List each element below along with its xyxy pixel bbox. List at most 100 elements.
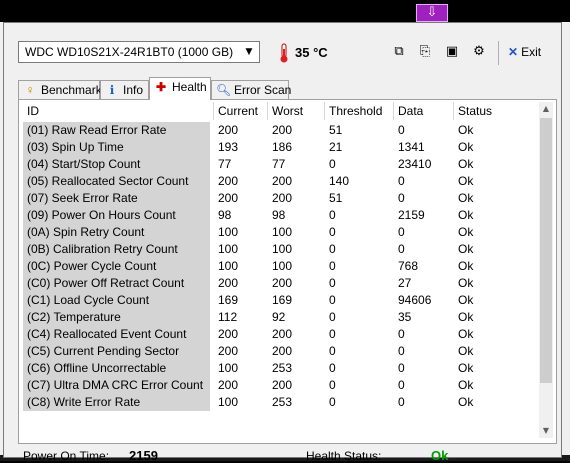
cell-id: (05) Reallocated Sector Count [23, 173, 210, 190]
column-header-id[interactable]: ID [23, 102, 214, 120]
cell-data: 768 [398, 259, 419, 273]
cell-id: (C8) Write Error Rate [23, 394, 210, 411]
scroll-down-icon[interactable]: ▼ [539, 424, 553, 438]
scroll-up-icon[interactable]: ▲ [539, 102, 553, 116]
options-icon[interactable]: ⚙ [470, 43, 488, 61]
cell-worst: 169 [272, 293, 293, 307]
cell-data: 23410 [398, 157, 432, 171]
table-row[interactable]: (09) Power On Hours Count 98 98 0 2159 Ok [23, 207, 538, 224]
health-panel: ID Current Worst Threshold Data Status (… [18, 99, 557, 444]
cell-data: 0 [398, 123, 405, 137]
tab-health[interactable]: ✚ Health [149, 77, 211, 100]
table-row[interactable]: (C2) Temperature 112 92 0 35 Ok [23, 309, 538, 326]
cell-threshold: 51 [329, 191, 343, 205]
cell-status: Ok [458, 293, 474, 307]
cell-threshold: 0 [329, 378, 336, 392]
cell-worst: 100 [272, 259, 293, 273]
info-icon: ℹ [109, 83, 115, 97]
cell-worst: 200 [272, 174, 293, 188]
copy-icon[interactable]: ⧉ [390, 43, 408, 61]
column-header-threshold[interactable]: Threshold [325, 102, 394, 120]
exit-button[interactable]: ✕ Exit [508, 45, 541, 59]
cell-status: Ok [458, 259, 474, 273]
column-header-data[interactable]: Data [394, 102, 454, 120]
cell-data: 0 [398, 395, 405, 409]
table-row[interactable]: (C8) Write Error Rate 100 253 0 0 Ok [23, 394, 538, 411]
thermometer-icon [280, 43, 288, 63]
vertical-scrollbar[interactable]: ▲ ▼ [539, 102, 553, 438]
cell-id: (01) Raw Read Error Rate [23, 122, 210, 139]
cell-threshold: 0 [329, 259, 336, 273]
cell-threshold: 0 [329, 225, 336, 239]
cell-threshold: 0 [329, 242, 336, 256]
table-row[interactable]: (05) Reallocated Sector Count 200 200 140 0 O… [23, 173, 538, 190]
drive-select[interactable]: WDC WD10S21X-24R1BT0 (1000 GB) ▼ [18, 41, 260, 63]
cell-id: (C4) Reallocated Event Count [23, 326, 210, 343]
cell-worst: 100 [272, 225, 293, 239]
cell-worst: 200 [272, 344, 293, 358]
table-row[interactable]: (07) Seek Error Rate 200 200 51 0 Ok [23, 190, 538, 207]
tab-info-label: Info [123, 83, 144, 97]
table-row[interactable]: (C5) Current Pending Sector 200 200 0 0 Ok [23, 343, 538, 360]
download-icon[interactable]: ⇩ [416, 4, 448, 22]
cell-threshold: 0 [329, 293, 336, 307]
cell-status: Ok [458, 378, 474, 392]
cell-id: (C0) Power Off Retract Count [23, 275, 210, 292]
tab-benchmark[interactable]: ♀ Benchmark [18, 80, 102, 99]
cell-threshold: 0 [329, 395, 336, 409]
table-row[interactable]: (03) Spin Up Time 193 186 21 1341 Ok [23, 139, 538, 156]
column-header-current[interactable]: Current [214, 102, 268, 120]
scrollbar-thumb[interactable] [540, 118, 552, 383]
cell-id: (C2) Temperature [23, 309, 210, 326]
cell-worst: 200 [272, 123, 293, 137]
benchmark-icon: ♀ [25, 83, 35, 97]
table-row[interactable]: (C4) Reallocated Event Count 200 200 0 0 Ok [23, 326, 538, 343]
cell-worst: 100 [272, 242, 293, 256]
cell-status: Ok [458, 242, 474, 256]
cell-status: Ok [458, 208, 474, 222]
cell-status: Ok [458, 361, 474, 375]
tab-info[interactable]: ℹ Info [100, 80, 149, 99]
column-header-worst[interactable]: Worst [268, 102, 325, 120]
cell-current: 200 [218, 276, 239, 290]
magnifier-icon: 🔍︎ [216, 83, 232, 97]
cell-threshold: 21 [329, 140, 343, 154]
tab-error-scan[interactable]: 🔍︎ Error Scan [211, 80, 291, 99]
cell-worst: 253 [272, 395, 293, 409]
cell-status: Ok [458, 157, 474, 171]
table-row[interactable]: (C6) Offline Uncorrectable 100 253 0 0 Ok [23, 360, 538, 377]
table-row[interactable]: (0C) Power Cycle Count 100 100 0 768 Ok [23, 258, 538, 275]
cell-current: 100 [218, 395, 239, 409]
table-row[interactable]: (04) Start/Stop Count 77 77 0 23410 Ok [23, 156, 538, 173]
cell-threshold: 140 [329, 174, 350, 188]
smart-table: ID Current Worst Threshold Data Status (… [23, 102, 538, 438]
cell-status: Ok [458, 327, 474, 341]
table-row[interactable]: (C1) Load Cycle Count 169 169 0 94606 Ok [23, 292, 538, 309]
column-header-status[interactable]: Status [454, 102, 538, 120]
cell-current: 100 [218, 225, 239, 239]
cell-threshold: 0 [329, 310, 336, 324]
cell-id: (C1) Load Cycle Count [23, 292, 210, 309]
cell-current: 169 [218, 293, 239, 307]
cell-threshold: 0 [329, 327, 336, 341]
cell-current: 98 [218, 208, 232, 222]
cell-status: Ok [458, 225, 474, 239]
table-row[interactable]: (C0) Power Off Retract Count 200 200 0 27 Ok [23, 275, 538, 292]
background-strip [562, 22, 570, 461]
cell-current: 200 [218, 327, 239, 341]
table-row[interactable]: (01) Raw Read Error Rate 200 200 51 0 Ok [23, 122, 538, 139]
cell-threshold: 51 [329, 123, 343, 137]
cell-id: (03) Spin Up Time [23, 139, 210, 156]
save-icon[interactable]: ▣ [443, 43, 461, 61]
table-row[interactable]: (C7) Ultra DMA CRC Error Count 200 200 0 0 Ok [23, 377, 538, 394]
cell-data: 35 [398, 310, 412, 324]
cell-id: (0C) Power Cycle Count [23, 258, 210, 275]
cell-current: 100 [218, 259, 239, 273]
exit-label: Exit [521, 45, 542, 59]
table-row[interactable]: (0A) Spin Retry Count 100 100 0 0 Ok [23, 224, 538, 241]
copy-all-icon[interactable]: ⎘ [416, 43, 434, 61]
cell-worst: 253 [272, 361, 293, 375]
table-row[interactable]: (0B) Calibration Retry Count 100 100 0 0 Ok [23, 241, 538, 258]
chevron-down-icon[interactable]: ▼ [241, 44, 257, 60]
cell-worst: 200 [272, 378, 293, 392]
